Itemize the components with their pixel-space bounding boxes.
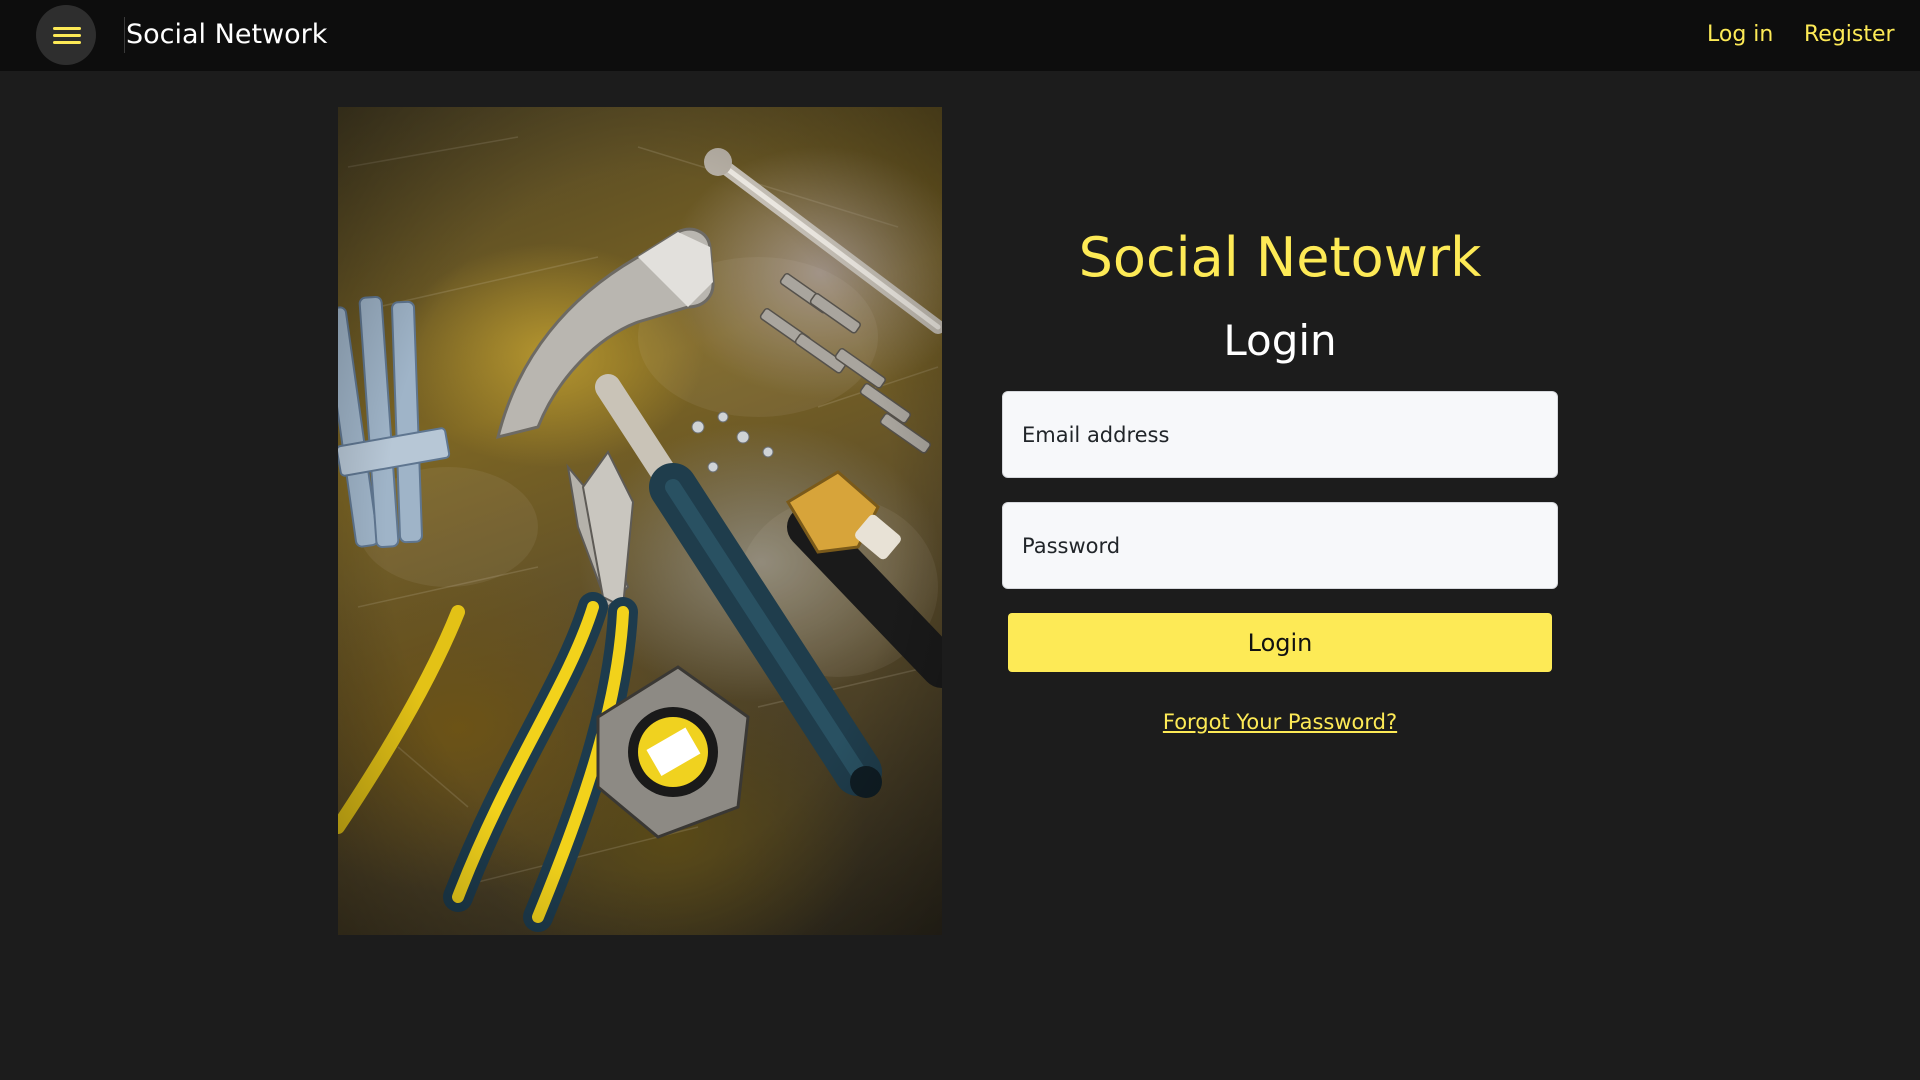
menu-toggle-button[interactable] (36, 5, 96, 65)
brand-divider (124, 17, 125, 53)
email-field: Email address (1002, 391, 1558, 478)
login-submit-button[interactable]: Login (1008, 613, 1552, 672)
site-title: Social Netowrk (1078, 226, 1482, 289)
password-field: Password (1002, 502, 1558, 589)
hamburger-menu-icon (53, 27, 81, 30)
email-input[interactable] (1003, 392, 1557, 477)
hero-image (338, 107, 942, 935)
login-heading: Login (1223, 316, 1337, 365)
forgot-password-link[interactable]: Forgot Your Password? (1002, 707, 1558, 737)
top-navbar: Social Network Log in Register (0, 0, 1920, 71)
password-input[interactable] (1003, 503, 1557, 588)
nav-login-link[interactable]: Log in (1707, 19, 1773, 51)
tools-illustration (338, 107, 942, 935)
nav-register-link[interactable]: Register (1804, 19, 1895, 51)
brand-link[interactable]: Social Network (126, 17, 327, 53)
